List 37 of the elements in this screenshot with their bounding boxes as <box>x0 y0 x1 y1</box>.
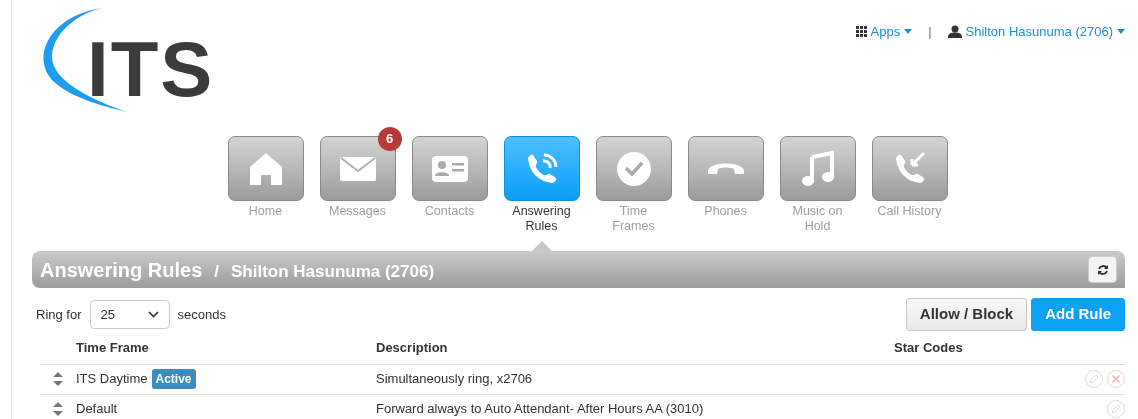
edit-button[interactable] <box>1085 370 1103 388</box>
close-icon <box>1107 370 1125 388</box>
user-icon <box>947 25 962 39</box>
column-header: Description <box>376 340 448 355</box>
page-title: Answering Rules <box>40 257 203 283</box>
handset-icon <box>705 162 746 175</box>
chevron-icon <box>147 310 159 318</box>
table-cell-text: Default <box>76 400 118 419</box>
page-subtitle: Shilton Hasunuma (2706) <box>231 260 435 283</box>
caret-icon <box>904 29 913 35</box>
logo-text: ITS <box>87 30 215 108</box>
table-cell: Forward always to Auto Attendant- After Hours AA (3010) <box>376 401 704 417</box>
table-cell-text: ITS Daytime <box>76 370 148 389</box>
sort-handle-icon <box>53 372 63 386</box>
unit-label: seconds <box>177 305 226 324</box>
refresh-icon <box>1096 263 1109 276</box>
column-header: Time Frame <box>76 340 149 355</box>
add-button[interactable]: Add Rule <box>1031 298 1125 331</box>
sort-handle-icon <box>53 402 63 416</box>
separator: / <box>214 260 219 283</box>
ring-label: Ring for <box>36 305 82 324</box>
separator: | <box>928 23 932 41</box>
grid-icon <box>855 26 867 38</box>
allow-block-button[interactable]: Allow / Block <box>905 298 1028 331</box>
refresh-button[interactable] <box>1088 256 1117 283</box>
table-cell: Simultaneously ring, x2706 <box>376 371 533 387</box>
column-header: Star Codes <box>894 340 963 355</box>
count-badge: 6 <box>377 127 402 151</box>
delete-button[interactable] <box>1107 370 1125 388</box>
caret-icon <box>1117 29 1125 35</box>
pencil-icon <box>1107 400 1125 418</box>
apps-menu[interactable]: Apps <box>855 22 913 42</box>
status-badge: Active <box>151 369 196 389</box>
pencil-icon <box>1085 370 1103 388</box>
edit-button[interactable] <box>1107 400 1125 418</box>
ring-select[interactable]: 25 <box>89 299 170 329</box>
user-menu[interactable]: Shilton Hasunuma (2706) <box>947 22 1125 42</box>
